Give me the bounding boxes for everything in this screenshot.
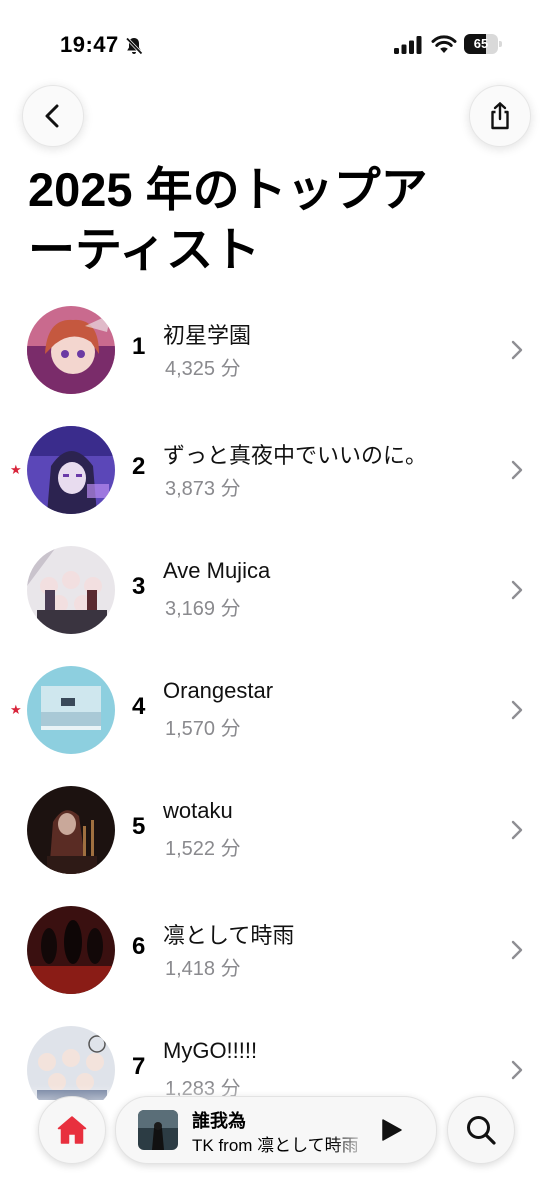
artist-row-2[interactable]: ★ 2 ずっと真夜中でいいのに。 3,873 分	[0, 420, 552, 520]
artist-rank: 4	[132, 693, 146, 720]
artist-avatar	[27, 426, 115, 514]
chevron-right-icon	[511, 820, 523, 840]
star-icon: ★	[10, 462, 22, 477]
artist-minutes: 4,325 分	[165, 358, 241, 380]
artist-rank: 7	[132, 1053, 146, 1080]
artist-rank: 3	[132, 573, 146, 600]
wifi-icon	[431, 35, 457, 53]
artist-row-5[interactable]: 5 wotaku 1,522 分	[0, 780, 552, 880]
artist-minutes: 1,418 分	[165, 958, 241, 980]
artist-rank: 2	[132, 453, 146, 480]
artist-row-4[interactable]: ★ 4 Orangestar 1,570 分	[0, 660, 552, 760]
artist-row-3[interactable]: 3 Ave Mujica 3,169 分	[0, 540, 552, 640]
now-playing-title: 誰我為	[192, 1111, 246, 1131]
bell-off-icon	[125, 37, 143, 55]
now-playing-artist: TK from 凛として時雨	[192, 1136, 359, 1155]
chevron-right-icon	[511, 700, 523, 720]
artist-name: 初星学園	[163, 323, 252, 348]
page-title: 2025 年のトップアーティスト	[28, 163, 428, 276]
chevron-right-icon	[511, 940, 523, 960]
artist-name: Orangestar	[163, 678, 274, 703]
artist-name: MyGO!!!!!	[163, 1038, 258, 1063]
chevron-right-icon	[511, 1060, 523, 1080]
search-button[interactable]	[447, 1096, 515, 1164]
chevron-right-icon	[511, 580, 523, 600]
status-bar: 19:47 65	[0, 0, 552, 80]
chevron-right-icon	[511, 460, 523, 480]
signal-icon	[394, 36, 422, 54]
star-icon: ★	[10, 702, 22, 717]
battery-indicator: 65	[464, 34, 504, 54]
artist-row-6[interactable]: 6 凛として時雨 1,418 分	[0, 900, 552, 1000]
artist-avatar	[27, 906, 115, 994]
artist-name: 凛として時雨	[163, 923, 295, 948]
artist-minutes: 3,873 分	[165, 478, 241, 500]
artist-list: 1 初星学園 4,325 分 ★ 2 ずっと真夜中でいいのに。 3,873 分	[0, 300, 552, 1100]
artist-rank: 6	[132, 933, 146, 960]
battery-percentage: 65	[473, 36, 489, 51]
artist-name: wotaku	[163, 798, 233, 823]
chevron-right-icon	[511, 340, 523, 360]
share-button[interactable]	[469, 85, 531, 147]
battery-cap	[499, 41, 502, 47]
artist-minutes: 1,522 分	[165, 838, 241, 860]
artist-row-1[interactable]: 1 初星学園 4,325 分	[0, 300, 552, 400]
artist-avatar	[27, 306, 115, 394]
share-icon	[491, 102, 509, 130]
artist-name: ずっと真夜中でいいのに。	[163, 443, 428, 468]
artist-rank: 5	[132, 813, 146, 840]
mini-player[interactable]: 誰我為 TK from 凛として時雨	[115, 1096, 437, 1164]
home-button[interactable]	[38, 1096, 106, 1164]
back-button[interactable]	[22, 85, 84, 147]
artist-name: Ave Mujica	[163, 558, 271, 583]
artist-avatar	[27, 666, 115, 754]
play-icon[interactable]	[378, 1117, 404, 1143]
battery-body: 65	[464, 34, 498, 54]
home-icon	[57, 1116, 87, 1144]
chevron-left-icon	[45, 104, 59, 128]
artist-minutes: 3,169 分	[165, 598, 241, 620]
artist-avatar	[27, 546, 115, 634]
artist-avatar	[27, 786, 115, 874]
search-icon	[467, 1116, 496, 1145]
artist-minutes: 1,570 分	[165, 718, 241, 740]
status-time: 19:47	[60, 32, 119, 57]
artist-rank: 1	[132, 333, 146, 360]
now-playing-artwork	[138, 1110, 178, 1150]
